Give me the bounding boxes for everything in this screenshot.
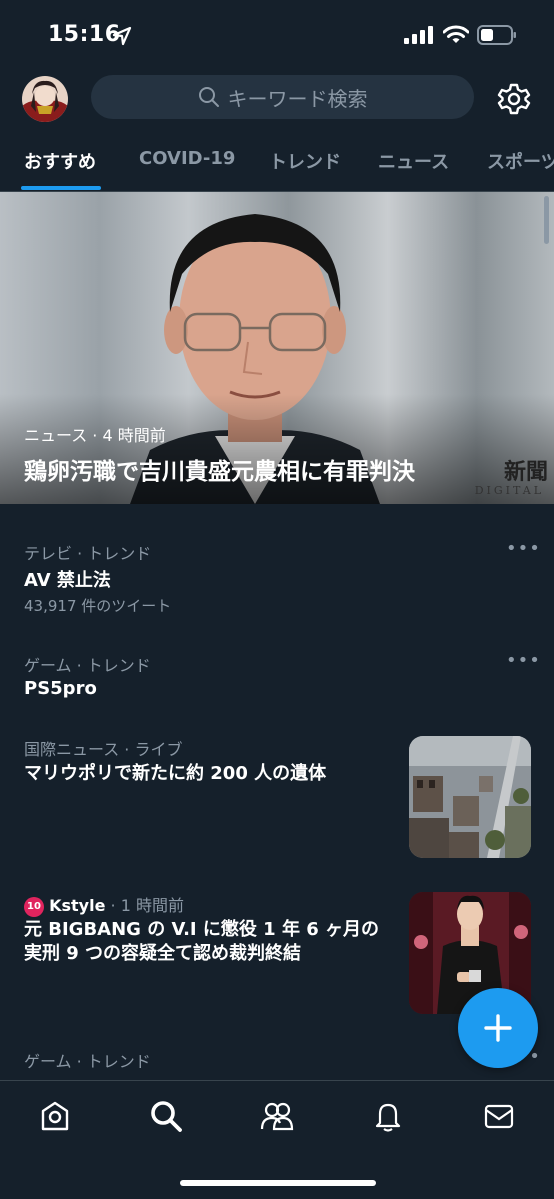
- explore-tabs: おすすめ COVID-19 トレンド ニュース スポーツ: [0, 136, 554, 192]
- more-icon[interactable]: •••: [506, 650, 541, 671]
- bell-icon[interactable]: [371, 1099, 405, 1133]
- news-source-line: 10 Kstyle · 1 時間前: [24, 892, 184, 917]
- tab-recommended[interactable]: おすすめ: [24, 148, 96, 174]
- tab-sports[interactable]: スポーツ: [487, 148, 554, 174]
- kstyle-logo: 10: [24, 896, 44, 917]
- avatar[interactable]: [22, 76, 68, 122]
- trend-context: ゲーム · トレンド: [24, 1052, 151, 1071]
- hero-source-watermark: 新聞 DIGITAL: [474, 459, 548, 497]
- trend-context: ゲーム · トレンド: [24, 656, 151, 675]
- trend-item[interactable]: テレビ · トレンド ••• AV 禁止法 43,917 件のツイート: [0, 528, 554, 622]
- search-input[interactable]: キーワード検索: [91, 75, 474, 119]
- news-context: 国際ニュース · ライブ: [24, 740, 183, 759]
- trend-title: AV 禁止法: [24, 570, 111, 591]
- search-placeholder: キーワード検索: [227, 86, 368, 111]
- active-tab-indicator: [21, 186, 101, 190]
- news-thumbnail: [409, 736, 531, 858]
- trend-title: PS5pro: [24, 678, 97, 699]
- compose-tweet-button[interactable]: [458, 988, 538, 1068]
- battery-icon: [477, 25, 516, 45]
- tweet-count: 43,917 件のツイート: [24, 597, 172, 615]
- gear-icon[interactable]: [497, 82, 531, 116]
- tab-trends[interactable]: トレンド: [269, 148, 341, 174]
- tab-news[interactable]: ニュース: [378, 148, 449, 174]
- home-indicator: [180, 1180, 376, 1186]
- news-title: マリウポリで新たに約 200 人の遺体: [24, 763, 327, 784]
- hero-news-card[interactable]: 新聞 DIGITAL ニュース · 4 時間前 鶏卵汚職で吉川貴盛元農相に有罪判…: [0, 192, 554, 504]
- hero-meta: ニュース · 4 時間前: [24, 426, 166, 445]
- communities-icon[interactable]: [260, 1099, 294, 1133]
- cellular-signal-icon: [404, 26, 433, 44]
- news-source: Kstyle: [49, 896, 106, 915]
- trend-context: テレビ · トレンド: [24, 544, 152, 563]
- hero-headline: 鶏卵汚職で吉川貴盛元農相に有罪判決: [24, 459, 415, 485]
- trend-item[interactable]: ゲーム · トレンド ••• PS5pro: [0, 640, 554, 710]
- location-arrow-icon: [112, 26, 132, 46]
- wifi-icon: [443, 25, 469, 43]
- tab-covid-19[interactable]: COVID-19: [139, 148, 235, 169]
- news-item[interactable]: 国際ニュース · ライブ マリウポリで新たに約 200 人の遺体: [0, 724, 554, 864]
- plus-icon: [484, 1014, 512, 1042]
- home-icon[interactable]: [38, 1099, 72, 1133]
- news-time: · 1 時間前: [105, 896, 184, 915]
- search-icon: [198, 87, 219, 107]
- status-time: 15:16: [48, 22, 121, 47]
- news-title: 元 BIGBANG の V.I に懲役 1 年 6 ヶ月の実刑 9 つの容疑全て…: [24, 919, 380, 964]
- mail-icon[interactable]: [482, 1099, 516, 1133]
- top-header: キーワード検索: [0, 70, 554, 126]
- more-icon[interactable]: •••: [506, 538, 541, 559]
- status-bar: 15:16: [0, 0, 554, 70]
- search-icon[interactable]: [149, 1099, 183, 1133]
- scrollbar[interactable]: [544, 196, 549, 244]
